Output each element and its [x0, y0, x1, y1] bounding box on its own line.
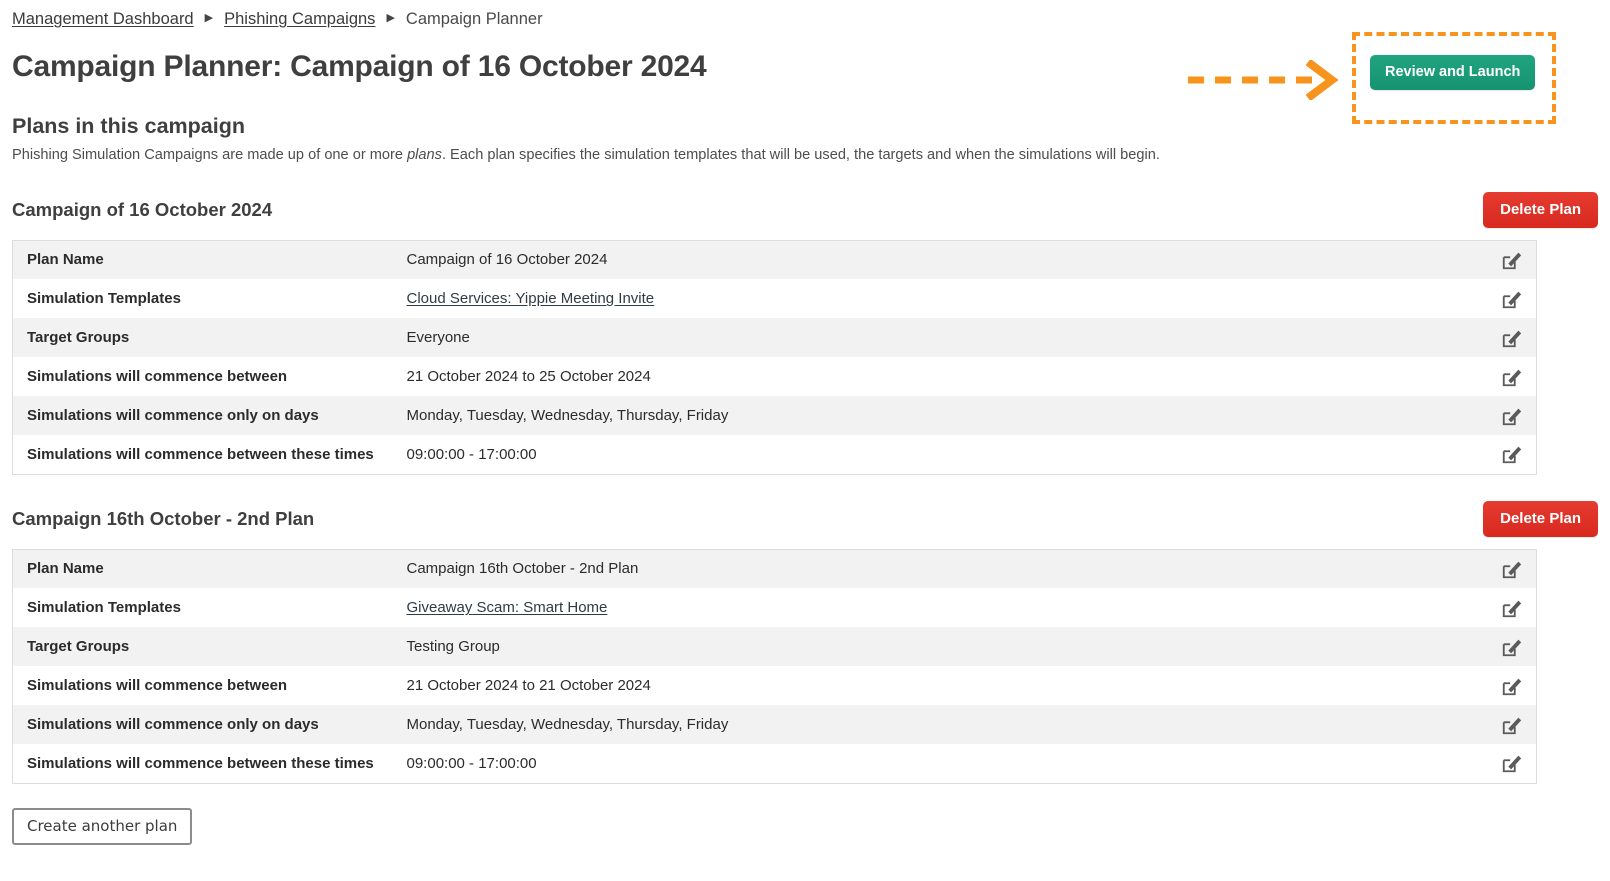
edit-icon[interactable] — [1501, 636, 1523, 658]
row-value: Campaign of 16 October 2024 — [406, 251, 608, 269]
row-action-cell — [1475, 318, 1537, 357]
row-label: Target Groups — [27, 638, 130, 656]
table-row: Target Groups Testing Group — [12, 627, 1537, 667]
plan-block: Campaign of 16 October 2024 Delete Plan … — [12, 191, 1598, 475]
breadcrumb: Management Dashboard ▶ Phishing Campaign… — [12, 0, 1598, 32]
row-label: Simulation Templates — [27, 599, 181, 617]
breadcrumb-separator-icon: ▶ — [204, 12, 214, 24]
row-value: Cloud Services: Yippie Meeting Invite — [393, 279, 1475, 318]
edit-icon[interactable] — [1501, 443, 1523, 465]
edit-icon[interactable] — [1501, 558, 1523, 580]
row-label: Simulations will commence only on days — [27, 716, 319, 734]
simulation-template-link[interactable]: Giveaway Scam: Smart Home — [407, 599, 608, 616]
row-action-cell — [1475, 705, 1537, 744]
row-action-cell — [1475, 666, 1537, 705]
row-label: Simulations will commence between these … — [27, 445, 374, 463]
row-value: Monday, Tuesday, Wednesday, Thursday, Fr… — [406, 407, 729, 425]
section-description: Phishing Simulation Campaigns are made u… — [12, 146, 1598, 166]
table-row: Simulations will commence between 21 Oct… — [12, 666, 1537, 706]
row-action-cell — [1475, 549, 1537, 588]
table-row: Simulations will commence only on days M… — [12, 705, 1537, 745]
section-description-emphasis: plans — [407, 147, 442, 163]
row-value: 09:00:00 - 17:00:00 — [406, 445, 537, 463]
breadcrumb-separator-icon: ▶ — [386, 12, 395, 24]
row-action-cell — [1475, 588, 1537, 627]
edit-icon[interactable] — [1501, 597, 1523, 619]
row-action-cell — [1475, 240, 1537, 279]
plan-header: Campaign of 16 October 2024 Delete Plan — [12, 191, 1598, 228]
plan-details-table: Plan Name Campaign 16th October - 2nd Pl… — [12, 548, 1537, 784]
row-value: Campaign 16th October - 2nd Plan — [406, 560, 639, 578]
table-row: Plan Name Campaign 16th October - 2nd Pl… — [12, 549, 1537, 589]
row-value: 09:00:00 - 17:00:00 — [406, 754, 537, 772]
row-label: Simulations will commence between these … — [27, 754, 374, 772]
delete-plan-button[interactable]: Delete Plan — [1483, 191, 1598, 228]
table-row: Simulation Templates Giveaway Scam: Smar… — [12, 588, 1537, 628]
table-row: Simulation Templates Cloud Services: Yip… — [12, 279, 1537, 319]
edit-icon[interactable] — [1501, 752, 1523, 774]
row-value: Giveaway Scam: Smart Home — [393, 588, 1475, 627]
table-row: Simulations will commence only on days M… — [12, 396, 1537, 436]
row-label: Target Groups — [27, 329, 130, 347]
row-label: Simulation Templates — [27, 290, 181, 308]
plan-block: Campaign 16th October - 2nd Plan Delete … — [12, 500, 1598, 784]
delete-plan-button[interactable]: Delete Plan — [1483, 500, 1598, 537]
plan-header: Campaign 16th October - 2nd Plan Delete … — [12, 500, 1598, 537]
edit-icon[interactable] — [1501, 366, 1523, 388]
row-value: Monday, Tuesday, Wednesday, Thursday, Fr… — [406, 716, 729, 734]
plan-heading: Campaign 16th October - 2nd Plan — [12, 507, 315, 529]
row-value: 21 October 2024 to 21 October 2024 — [406, 677, 651, 695]
plan-details-table: Plan Name Campaign of 16 October 2024 Si… — [12, 239, 1537, 475]
row-value: 21 October 2024 to 25 October 2024 — [406, 368, 651, 386]
create-another-plan-button[interactable]: Create another plan — [12, 807, 193, 845]
row-action-cell — [1475, 435, 1537, 474]
edit-icon[interactable] — [1501, 288, 1523, 310]
row-action-cell — [1475, 357, 1537, 396]
edit-icon[interactable] — [1501, 327, 1523, 349]
breadcrumb-item-campaign-planner: Campaign Planner — [405, 10, 543, 28]
section-description-part2: . Each plan specifies the simulation tem… — [441, 147, 1160, 163]
row-action-cell — [1475, 627, 1537, 666]
section-description-part1: Phishing Simulation Campaigns are made u… — [12, 147, 408, 163]
row-label: Simulations will commence between — [27, 368, 288, 386]
campaign-planner-page: Management Dashboard ▶ Phishing Campaign… — [0, 0, 1610, 881]
page-title: Campaign Planner: Campaign of 16 October… — [12, 50, 707, 83]
review-and-launch-button[interactable]: Review and Launch — [1370, 55, 1536, 90]
row-label: Plan Name — [27, 560, 104, 578]
simulation-template-link[interactable]: Cloud Services: Yippie Meeting Invite — [407, 290, 655, 307]
row-value: Testing Group — [406, 638, 500, 656]
table-row: Simulations will commence between these … — [12, 435, 1537, 475]
table-row: Target Groups Everyone — [12, 318, 1537, 358]
edit-icon[interactable] — [1501, 675, 1523, 697]
table-row: Plan Name Campaign of 16 October 2024 — [12, 240, 1537, 280]
plan-heading: Campaign of 16 October 2024 — [12, 198, 273, 220]
row-action-cell — [1475, 744, 1537, 783]
table-row: Simulations will commence between these … — [12, 744, 1537, 784]
section-title: Plans in this campaign — [12, 114, 245, 138]
row-value: Everyone — [406, 329, 470, 347]
row-action-cell — [1475, 279, 1537, 318]
table-row: Simulations will commence between 21 Oct… — [12, 357, 1537, 397]
edit-icon[interactable] — [1501, 249, 1523, 271]
breadcrumb-item-phishing-campaigns[interactable]: Phishing Campaigns — [224, 10, 375, 29]
row-action-cell — [1475, 396, 1537, 435]
row-label: Simulations will commence between — [27, 677, 288, 695]
row-label: Simulations will commence only on days — [27, 407, 319, 425]
breadcrumb-item-management-dashboard[interactable]: Management Dashboard — [12, 10, 194, 29]
edit-icon[interactable] — [1501, 405, 1523, 427]
edit-icon[interactable] — [1501, 714, 1523, 736]
row-label: Plan Name — [27, 251, 104, 269]
